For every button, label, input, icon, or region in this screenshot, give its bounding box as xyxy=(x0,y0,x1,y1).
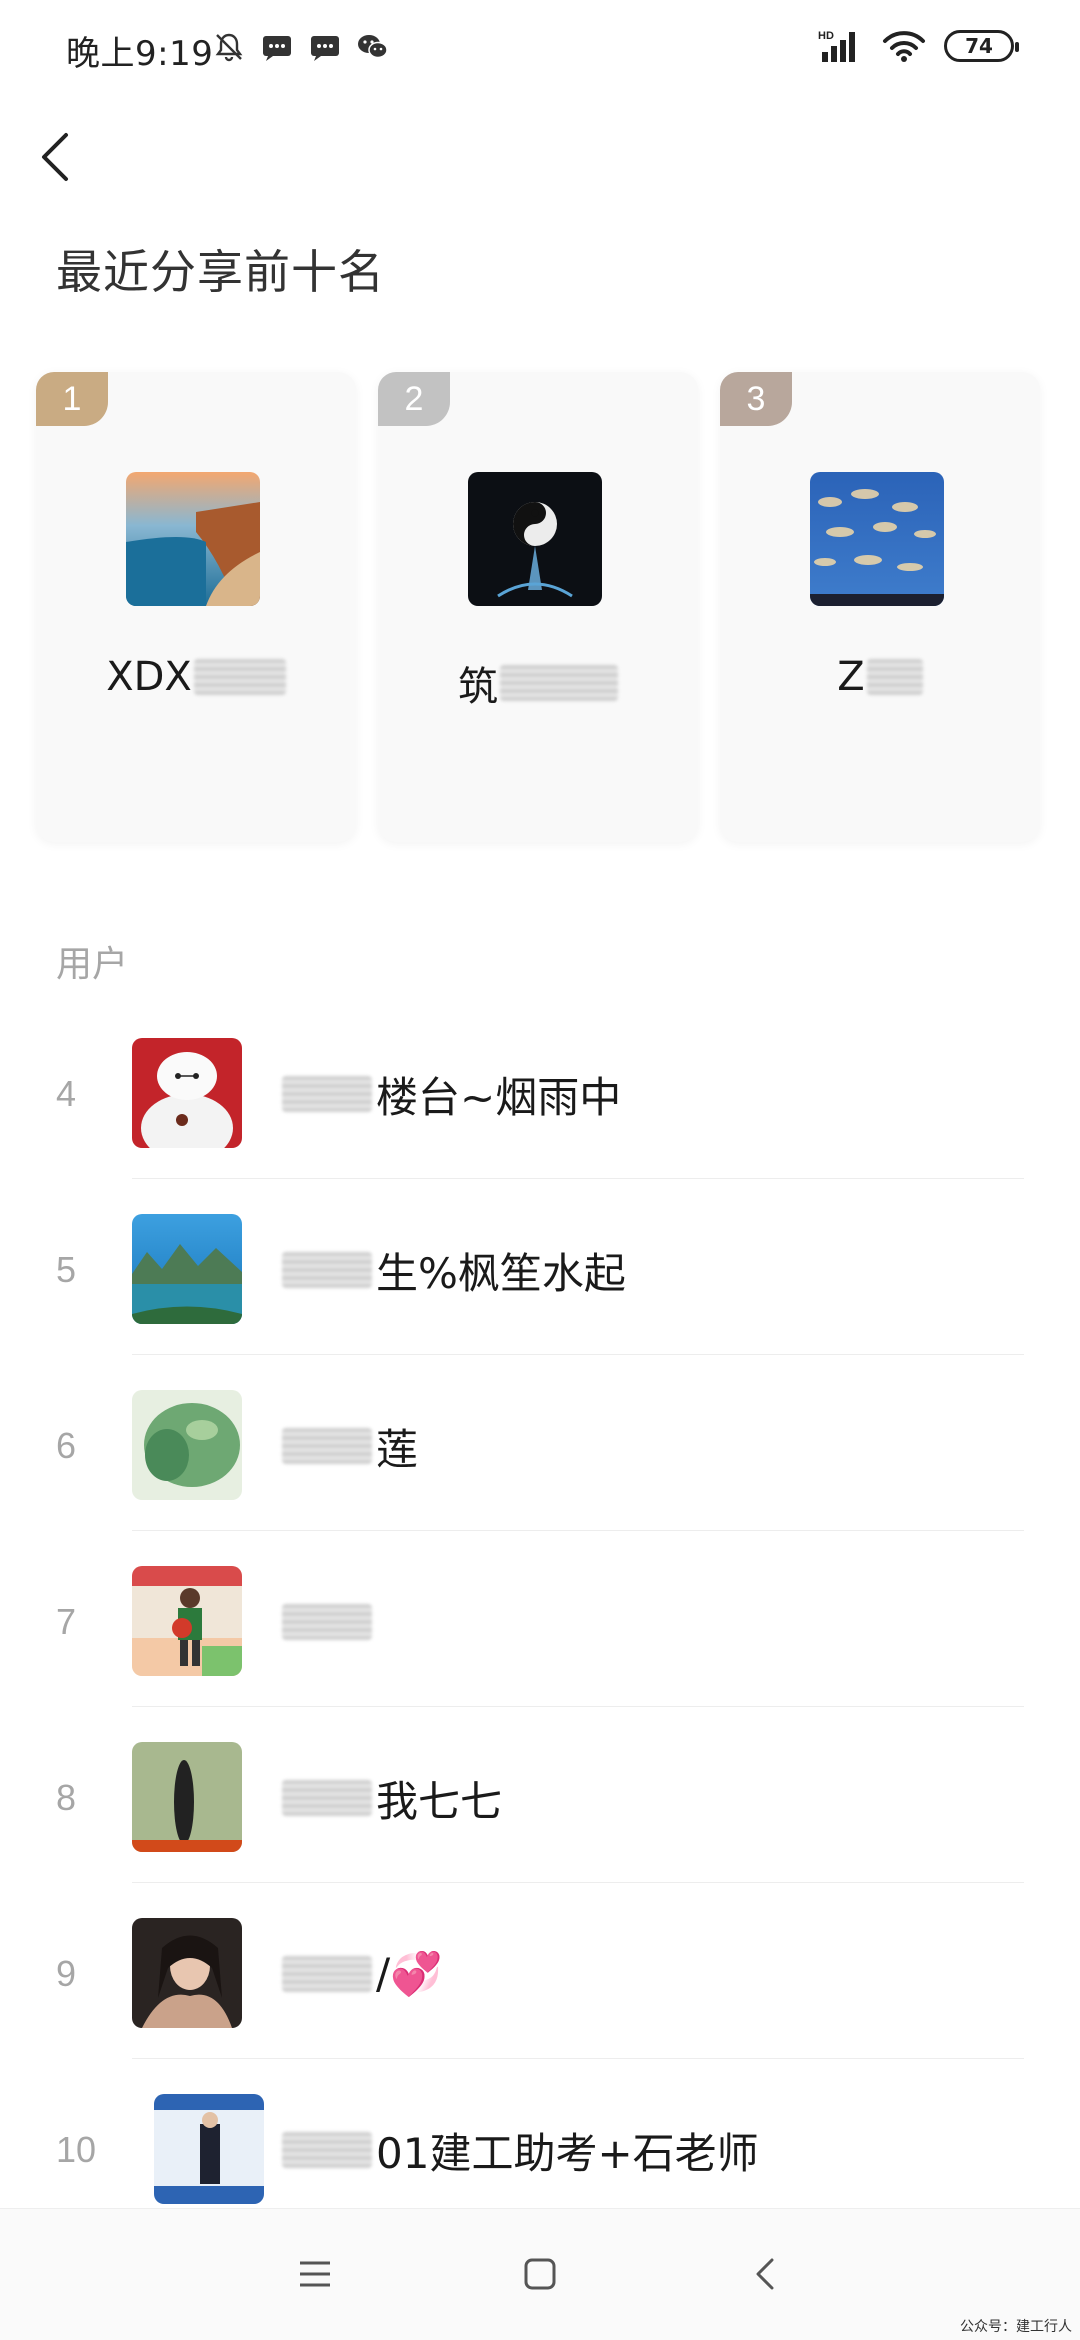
blurred-name-segment xyxy=(282,1076,372,1112)
blurred-name-segment xyxy=(866,659,923,695)
menu-icon xyxy=(300,2261,330,2287)
podium-name: XDX xyxy=(36,654,356,700)
avatar xyxy=(126,472,260,606)
message-icon xyxy=(263,36,291,61)
rank-number: 10 xyxy=(56,2129,97,2170)
rank-number: 7 xyxy=(56,1601,77,1642)
user-name-row: 楼台~烟雨中 xyxy=(282,1020,621,1168)
home-square-icon xyxy=(524,2258,556,2290)
user-name-row: 莲 xyxy=(282,1372,418,1520)
user-name: 我七七 xyxy=(376,1776,503,1826)
status-bar: 晚上9:19 HD 74 xyxy=(0,0,1080,96)
wechat-icon xyxy=(358,35,388,59)
podium-card-1[interactable]: 1 XDX xyxy=(36,372,356,842)
rank-number: 5 xyxy=(56,1249,77,1290)
blurred-name-segment xyxy=(282,1956,372,1992)
home-button[interactable] xyxy=(505,2239,575,2309)
wifi-icon xyxy=(883,31,925,62)
user-name: XDX xyxy=(106,654,192,700)
avatar xyxy=(132,1742,242,1852)
signal-icon: HD xyxy=(818,30,855,62)
avatar xyxy=(154,2094,264,2204)
divider xyxy=(132,1882,1024,1883)
page-title: 最近分享前十名 xyxy=(56,245,385,299)
status-time: 晚上9:19 xyxy=(66,34,214,74)
avatar xyxy=(132,1214,242,1324)
avatar xyxy=(132,1918,242,2028)
back-button[interactable] xyxy=(30,122,80,192)
avatar xyxy=(468,472,602,606)
user-name-row: /💞 xyxy=(282,1900,442,2048)
chevron-left-icon xyxy=(756,2258,774,2290)
user-name: /💞 xyxy=(376,1949,443,1998)
blurred-name-segment xyxy=(282,1252,372,1288)
divider xyxy=(132,2058,1024,2059)
rank-badge: 1 xyxy=(36,372,108,426)
divider xyxy=(132,1354,1024,1355)
divider xyxy=(132,1178,1024,1179)
rank-number: 4 xyxy=(56,1073,77,1114)
user-name-row xyxy=(282,1548,376,1696)
rank-number: 6 xyxy=(56,1425,77,1466)
top-three-podium: 1 XDX 2 筑 3 Z xyxy=(36,372,1044,842)
avatar xyxy=(132,1390,242,1500)
user-name-row: 生%枫笙水起 xyxy=(282,1196,626,1344)
user-name: 01建工助考+石老师 xyxy=(376,2128,759,2178)
blurred-name-segment xyxy=(282,2132,372,2168)
section-label: 用户 xyxy=(56,944,129,985)
battery-indicator: 74 xyxy=(944,30,1019,62)
rank-badge: 3 xyxy=(720,372,792,426)
bell-off-icon xyxy=(215,33,243,62)
rank-number: 9 xyxy=(56,1953,77,1994)
user-name: Z xyxy=(837,654,865,700)
blurred-name-segment xyxy=(282,1604,372,1640)
rank-number: 8 xyxy=(56,1777,77,1818)
system-nav-bar: 公众号：建工行人 xyxy=(0,2208,1080,2340)
podium-card-3[interactable]: 3 Z xyxy=(720,372,1040,842)
user-name-row: 我七七 xyxy=(282,1724,502,1872)
avatar xyxy=(132,1566,242,1676)
avatar xyxy=(132,1038,242,1148)
user-list: 4 楼台~烟雨中 5 生%枫笙水起 6 莲 7 8 我七七 9 /💞 10 01… xyxy=(0,1020,1080,2252)
list-item[interactable]: 4 楼台~烟雨中 xyxy=(0,1020,1080,1196)
user-name: 生%枫笙水起 xyxy=(376,1248,626,1298)
chevron-left-icon xyxy=(42,133,68,181)
blurred-name-segment xyxy=(193,659,286,695)
list-item[interactable]: 5 生%枫笙水起 xyxy=(0,1196,1080,1372)
avatar xyxy=(810,472,944,606)
podium-name: Z xyxy=(720,654,1040,700)
user-name: 筑 xyxy=(458,664,498,710)
divider xyxy=(132,1530,1024,1531)
list-item[interactable]: 6 莲 xyxy=(0,1372,1080,1548)
menu-button[interactable] xyxy=(280,2239,350,2309)
list-item[interactable]: 8 我七七 xyxy=(0,1724,1080,1900)
blurred-name-segment xyxy=(500,665,618,701)
nav-back-button[interactable] xyxy=(730,2239,800,2309)
system-status: HD 74 xyxy=(818,28,1019,64)
list-item[interactable]: 9 /💞 xyxy=(0,1900,1080,2076)
blurred-name-segment xyxy=(282,1428,372,1464)
podium-name: 筑 xyxy=(378,654,698,712)
watermark: 公众号：建工行人 xyxy=(960,2319,1072,2335)
notification-icons xyxy=(212,30,390,64)
user-name-row: 01建工助考+石老师 xyxy=(282,2076,759,2224)
user-name: 莲 xyxy=(376,1424,419,1474)
podium-card-2[interactable]: 2 筑 xyxy=(378,372,698,842)
divider xyxy=(132,1706,1024,1707)
user-name: 楼台~烟雨中 xyxy=(376,1072,622,1122)
blurred-name-segment xyxy=(282,1780,372,1816)
svg-text:HD: HD xyxy=(818,30,834,42)
list-item[interactable]: 7 xyxy=(0,1548,1080,1724)
message-icon xyxy=(311,36,339,61)
rank-badge: 2 xyxy=(378,372,450,426)
